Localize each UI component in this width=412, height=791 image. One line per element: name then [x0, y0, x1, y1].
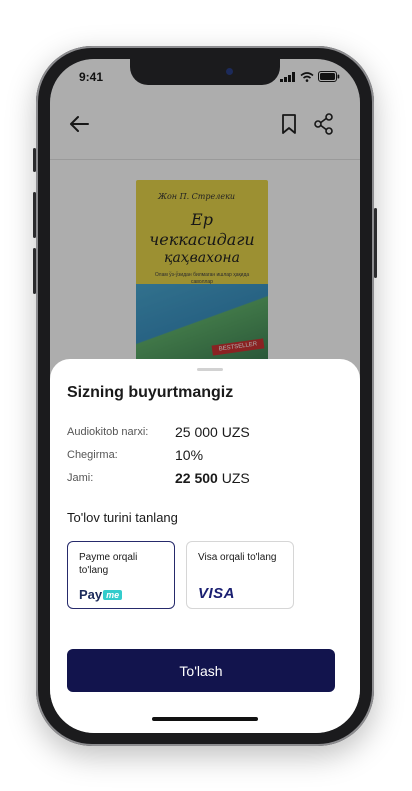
side-button — [33, 148, 36, 172]
sheet-title: Sizning buyurtmangiz — [67, 384, 234, 401]
payme-option-label: Payme orqali to'lang — [79, 552, 138, 576]
payme-logo: Pay me — [79, 587, 123, 602]
discount-value: 10% — [175, 447, 204, 463]
total-currency: UZS — [221, 470, 250, 486]
home-indicator[interactable] — [152, 717, 258, 721]
discount-label: Chegirma: — [67, 449, 118, 461]
side-button — [33, 192, 36, 238]
screen: 9:41 Жон П. Стрелеки Ер чеккасидаги қаҳв… — [50, 59, 360, 733]
status-icons — [280, 71, 340, 82]
total-value: 22 500 UZS — [175, 470, 250, 486]
price-value: 25 000 UZS — [175, 424, 250, 440]
order-bottom-sheet: Sizning buyurtmangiz Audiokitob narxi: 2… — [50, 359, 360, 733]
battery-icon — [318, 71, 340, 82]
total-label: Jami: — [67, 472, 94, 484]
discount-row: Chegirma: 10% — [67, 447, 347, 465]
drag-handle[interactable] — [197, 368, 223, 371]
visa-option-label: Visa orqali to'lang — [198, 552, 277, 563]
camera — [226, 68, 233, 75]
status-time: 9:41 — [79, 70, 104, 84]
side-button — [33, 248, 36, 294]
total-amount: 22 500 — [175, 470, 218, 486]
visa-logo: VISA — [198, 585, 236, 602]
payment-method-title: To'lov turini tanlang — [67, 510, 178, 525]
total-row: Jami: 22 500 UZS — [67, 470, 347, 488]
price-label: Audiokitob narxi: — [67, 426, 149, 438]
notch — [130, 59, 280, 85]
pay-button[interactable]: To'lash — [67, 649, 335, 692]
payme-option[interactable]: Payme orqali to'lang Pay me — [67, 541, 175, 609]
phone-frame: 9:41 Жон П. Стрелеки Ер чеккасидаги қаҳв… — [33, 46, 377, 746]
signal-icon — [280, 71, 295, 82]
wifi-icon — [300, 71, 314, 82]
side-button — [374, 208, 377, 278]
price-row: Audiokitob narxi: 25 000 UZS — [67, 424, 347, 442]
visa-option[interactable]: Visa orqali to'lang VISA — [186, 541, 294, 609]
